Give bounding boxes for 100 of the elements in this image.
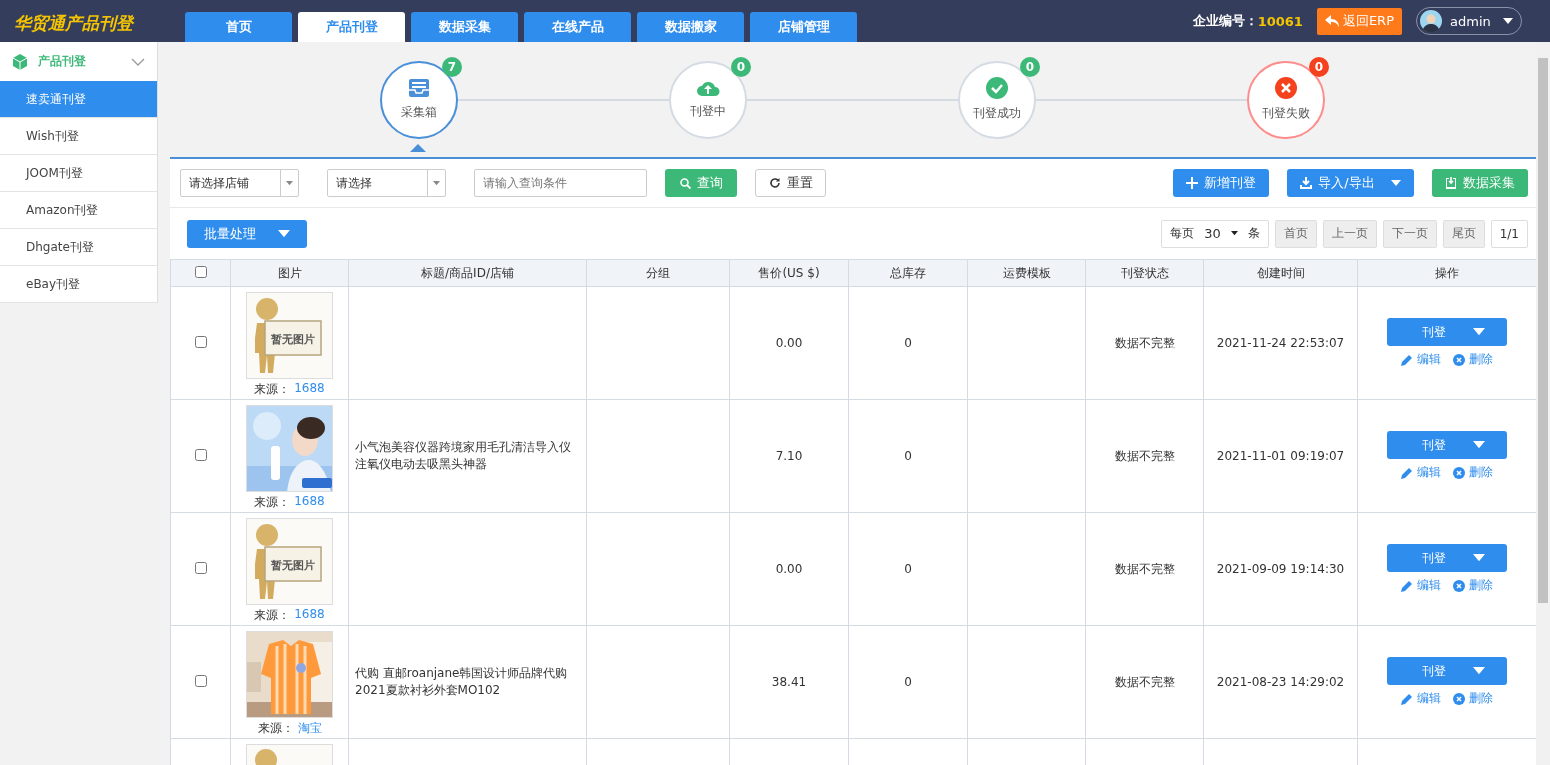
created-time-cell: 2021-11-01 09:19:07 [1216,449,1345,463]
price-cell: 38.41 [771,675,807,689]
source-link[interactable]: 1688 [294,381,325,398]
pencil-icon [1401,579,1413,592]
plus-icon [1186,177,1198,189]
nav-tab[interactable]: 产品刊登 [298,12,405,42]
source-link[interactable]: 1688 [294,494,325,511]
sidebar-item[interactable]: Dhgate刊登 [0,229,158,266]
row-checkbox[interactable] [194,561,207,574]
count-badge: 0 [1309,56,1329,77]
column-header: 售价(US $) [729,259,849,287]
nav-tab[interactable]: 数据采集 [411,12,518,42]
sidebar-item[interactable]: eBay刊登 [0,266,158,303]
pointer-icon [410,143,426,152]
caret-icon [1390,180,1401,186]
edit-link[interactable]: 编辑 [1401,690,1441,707]
source-label: 来源： [257,720,294,737]
edit-link[interactable]: 编辑 [1401,351,1441,368]
reset-button[interactable]: 重置 [755,169,826,197]
count-badge: 7 [442,56,462,77]
edit-link[interactable]: 编辑 [1401,577,1441,594]
created-time-cell: 2021-08-23 14:29:02 [1216,675,1345,689]
stock-cell: 0 [904,449,912,463]
publish-button[interactable]: 刊登 [1387,318,1507,346]
per-page-select[interactable]: 每页 30 条 [1161,219,1269,248]
source-link[interactable]: 淘宝 [297,720,322,737]
source-label: 来源： [254,494,291,511]
publish-button[interactable]: 刊登 [1387,657,1507,685]
error-circle-icon [1275,77,1297,99]
page-indicator: 1/1 [1490,219,1528,248]
stock-cell: 0 [904,336,912,350]
refresh-icon [768,177,781,189]
row-checkbox[interactable] [194,674,207,687]
caret-icon [1473,441,1485,449]
app-logo: 华贸通产品刊登 [13,12,136,35]
close-icon [1453,692,1465,705]
price-cell: 0.00 [775,562,803,576]
search-icon [679,177,691,189]
source-link[interactable]: 1688 [294,607,325,624]
source-label: 来源： [254,381,291,398]
product-title: 代购 直邮roanjane韩国设计师品牌代购2021夏款衬衫外套MO102 [355,665,569,699]
search-field[interactable]: 请输入查询条件 [474,169,647,197]
batch-button[interactable]: 批量处理 [187,219,307,248]
column-header: 刊登状态 [1085,259,1204,287]
select-all-checkbox[interactable] [194,265,207,278]
data-collect-button[interactable]: 数据采集 [1432,169,1528,197]
sidebar-header[interactable]: 产品刊登 [0,42,158,81]
status-cell: 数据不完整 [1114,561,1175,576]
row-checkbox[interactable] [194,448,207,461]
import-export-button[interactable]: 导入/导出 [1287,169,1414,197]
nav-tab[interactable]: 在线产品 [524,12,631,42]
pencil-icon [1401,353,1413,366]
caret-icon [433,180,440,186]
add-listing-button[interactable]: 新增刊登 [1173,169,1269,197]
close-icon [1453,579,1465,592]
status-cell: 数据不完整 [1114,335,1175,350]
inbox-icon [408,78,430,98]
price-cell: 0.00 [775,336,803,350]
nav-tab[interactable]: 首页 [185,12,292,42]
close-icon [1453,466,1465,479]
company-label: 企业编号： [1192,12,1258,30]
created-time-cell: 2021-11-24 22:53:07 [1216,336,1345,350]
placeholder-text: 暂无图片 [269,331,317,348]
cube-icon [12,53,28,70]
publish-button[interactable]: 刊登 [1387,544,1507,572]
nav-tab[interactable]: 店铺管理 [750,12,857,42]
source-label: 来源： [254,607,291,624]
delete-link[interactable]: 删除 [1453,351,1493,368]
delete-link[interactable]: 删除 [1453,464,1493,481]
delete-link[interactable]: 删除 [1453,577,1493,594]
column-header: 运费模板 [967,259,1086,287]
row-checkbox[interactable] [194,335,207,348]
status-cell: 数据不完整 [1114,674,1175,689]
shop-select[interactable]: 请选择店铺 [180,169,299,197]
category-select[interactable]: 请选择 [327,169,446,197]
caret-icon [1503,18,1513,24]
created-time-cell: 2021-09-09 19:14:30 [1216,562,1345,576]
caret-icon [1230,231,1238,236]
stock-cell: 0 [904,562,912,576]
publish-button[interactable]: 刊登 [1387,431,1507,459]
sidebar-item[interactable]: JOOM刊登 [0,155,158,192]
caret-icon [1473,554,1485,562]
sidebar-item[interactable]: Wish刊登 [0,118,158,155]
search-button[interactable]: 查询 [665,169,737,197]
sidebar-item[interactable]: 速卖通刊登 [0,81,158,118]
product-title: 小气泡美容仪器跨境家用毛孔清洁导入仪注氧仪电动去吸黑头神器 [355,439,572,473]
caret-icon [286,180,293,186]
caret-icon [278,229,290,238]
edit-link[interactable]: 编辑 [1401,464,1441,481]
close-icon [1453,353,1465,366]
back-button[interactable]: 返回ERP [1316,7,1402,35]
sidebar-item[interactable]: Amazon刊登 [0,192,158,229]
pencil-icon [1401,692,1413,705]
column-header: 总库存 [848,259,968,287]
delete-link[interactable]: 删除 [1453,690,1493,707]
avatar-icon [1420,10,1442,32]
check-circle-icon [986,77,1008,99]
nav-tab[interactable]: 数据搬家 [637,12,744,42]
column-header: 创建时间 [1203,259,1358,287]
price-cell: 7.10 [775,449,803,463]
